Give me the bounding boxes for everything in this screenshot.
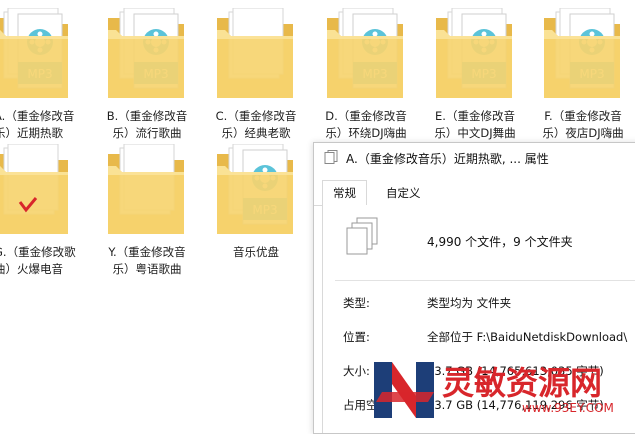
mp3-folder-icon [326,8,404,99]
folder-icon [0,144,69,235]
mp3-folder-icon [0,8,69,99]
dialog-title: A.（重金修改音乐）近期热歌, ... 属性 [346,152,549,166]
type-label: 类型: [343,296,370,310]
folder-label: C.（重金修改音 乐）经典老歌 [215,109,297,140]
folder-label: 音乐优盘 [233,245,279,259]
folder-item[interactable]: Y.（重金修改音 乐）粤语歌曲 [92,142,202,276]
folder-label: E.（重金修改音 乐）中文DJ舞曲 [434,109,516,140]
location-value: 全部位于 F:\BaiduNetdiskDownload\ [427,330,628,344]
folder-item[interactable]: D.（重金修改音 乐）环绕DJ嗨曲 [311,6,421,140]
watermark-logo: 灵敏资源网 www.93EY.COM [374,362,614,418]
location-label: 位置: [343,330,370,344]
folder-label: A.（重金修改音 乐）近期热歌 [0,109,75,140]
type-value: 类型均为 文件夹 [427,296,512,310]
folder-item[interactable]: B.（重金修改音 乐）流行歌曲 [92,6,202,140]
mp3-folder-icon [435,8,513,99]
mp3-folder-icon [107,8,185,99]
folder-item[interactable]: E.（重金修改音 乐）中文DJ舞曲 [420,6,530,140]
mp3-folder-icon [543,8,621,99]
watermark-logo-text: 灵敏资源网 [442,364,602,402]
multiple-files-icon [346,217,378,255]
folder-item[interactable]: 音乐优盘 [201,142,311,270]
files-icon [324,150,338,164]
folder-label: G.（重金修改歌 曲）火爆电音 [0,245,76,276]
tab-bar: 常规 自定义 [314,180,635,206]
folder-label: D.（重金修改音 乐）环绕DJ嗨曲 [325,109,407,140]
watermark-url: www.93EY.COM [522,401,614,415]
dialog-titlebar[interactable]: A.（重金修改音乐）近期热歌, ... 属性 [314,143,635,173]
mp3-folder-icon [216,144,294,235]
folder-item[interactable]: C.（重金修改音 乐）经典老歌 [201,6,311,140]
tab-custom[interactable]: 自定义 [376,181,431,205]
folder-label: F.（重金修改音 乐）夜店DJ嗨曲 [542,109,624,140]
folder-label: B.（重金修改音 乐）流行歌曲 [106,109,188,140]
size-label: 大小: [343,364,370,378]
tab-general[interactable]: 常规 [322,180,367,206]
divider [335,280,635,281]
folder-label: Y.（重金修改音 乐）粤语歌曲 [108,245,186,276]
folder-item[interactable]: F.（重金修改音 乐）夜店DJ嗨曲 [528,6,635,140]
folder-icon [216,8,294,99]
logo-mark-icon [374,362,434,418]
file-count-summary: 4,990 个文件，9 个文件夹 [427,235,573,249]
folder-icon [107,144,185,235]
